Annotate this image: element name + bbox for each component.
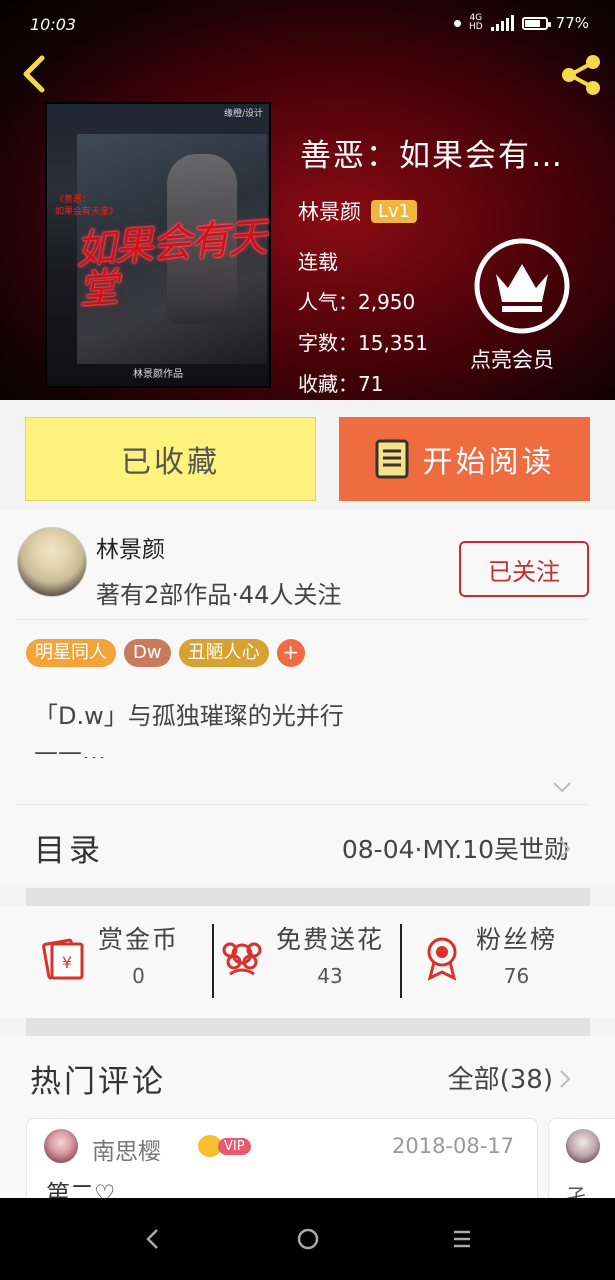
stat-value: 43	[317, 964, 343, 988]
red-envelope-icon: ¥	[42, 938, 84, 980]
flower-icon	[222, 942, 262, 976]
divider	[400, 924, 402, 998]
collected-label: 已收藏	[121, 445, 220, 480]
all-comments-link[interactable]: 全部(38)	[448, 1059, 553, 1096]
book-cover[interactable]: 缘橙/设计 《善恶： 如果会有天堂》 <善恶> 如果会有天堂 林景颜作品	[45, 102, 271, 388]
latest-chapter: 08-04·MY.10吴世勋	[341, 835, 569, 864]
cover-subtitle: 《善恶： 如果会有天堂》	[55, 195, 119, 217]
toc-label: 目录	[34, 833, 104, 869]
divider	[212, 924, 214, 998]
home-circle-icon[interactable]	[293, 1224, 323, 1254]
stat-value: 0	[132, 964, 145, 988]
status-time: 10:03	[30, 15, 77, 34]
comment-date: 2018-08-17	[392, 1134, 515, 1158]
start-reading-label: 开始阅读	[422, 445, 555, 480]
cover-author: 林景颜作品	[133, 369, 183, 380]
svg-text:¥: ¥	[62, 953, 72, 972]
start-reading-button[interactable]: 开始阅读	[339, 417, 590, 501]
back-chevron-icon[interactable]	[14, 52, 58, 96]
notification-dot-icon	[453, 19, 461, 27]
collection-count: 收藏：71	[298, 372, 384, 396]
stat-label: 粉丝榜	[476, 925, 558, 954]
section-separator	[26, 888, 590, 906]
book-intro-continued: ——…	[34, 738, 106, 758]
chevron-right-icon	[560, 840, 571, 858]
author-stats: 著有2部作品·44人关注	[96, 581, 342, 609]
book-icon	[375, 439, 408, 479]
menu-lines-icon[interactable]	[447, 1224, 477, 1254]
fan-ranking[interactable]: 粉丝榜 76	[418, 920, 557, 988]
vip-crown-icon[interactable]	[474, 238, 570, 334]
book-author[interactable]: 林景颜	[298, 196, 361, 226]
battery-icon	[521, 16, 551, 30]
author-avatar[interactable]	[17, 527, 87, 597]
add-tag-button[interactable]: +	[276, 639, 305, 667]
book-title: 善恶：如果会有…	[300, 138, 564, 174]
medal-icon	[427, 937, 457, 981]
tag-item[interactable]: Dw	[124, 639, 171, 667]
tag-item[interactable]: 明星同人	[26, 639, 116, 667]
cover-credit: 缘橙/设计	[223, 109, 263, 119]
collected-button[interactable]: 已收藏	[25, 417, 316, 501]
book-hero-header: 10:03 4G HD 77% 缘橙/设计 《善恶： 如果会有天堂》 <善恶> 如果…	[0, 0, 615, 400]
comment-text: 孑	[566, 1184, 586, 1198]
book-intro: 「D.w」与孤独璀璨的光并行	[34, 702, 344, 730]
commenter-avatar[interactable]	[44, 1129, 78, 1163]
status-icons: 4G HD 77%	[453, 13, 589, 32]
signal-icon	[490, 15, 514, 31]
divider	[17, 619, 587, 620]
divider	[17, 804, 587, 805]
comment-text: 第二♡	[46, 1180, 116, 1198]
section-separator	[26, 1018, 590, 1036]
commenter-name[interactable]: 南思樱	[92, 1132, 161, 1166]
stat-label: 赏金币	[98, 925, 180, 954]
reward-coins[interactable]: ¥ 赏金币 0	[40, 920, 179, 988]
hot-comments-heading: 热门评论	[30, 1064, 166, 1100]
book-author-line: 林景颜 Lv1	[298, 196, 418, 226]
popularity-count: 人气：2,950	[298, 290, 416, 314]
share-icon[interactable]	[556, 50, 606, 100]
stat-value: 76	[503, 964, 530, 988]
vip-label[interactable]: 点亮会员	[470, 344, 554, 374]
follow-button[interactable]: 已关注	[459, 541, 589, 597]
follow-label: 已关注	[488, 557, 560, 586]
tag-item[interactable]: 丑陋人心	[178, 639, 269, 667]
expand-intro-chevron-icon[interactable]	[552, 780, 572, 794]
network-indicator: 4G HD	[468, 13, 483, 32]
status-bar: 10:03 4G HD 77%	[0, 0, 615, 50]
stat-label: 免费送花	[276, 925, 385, 954]
free-flowers[interactable]: 免费送花 43	[218, 920, 384, 988]
battery-percent: 77%	[555, 14, 589, 32]
author-name[interactable]: 林景颜	[96, 530, 165, 564]
level-badge: Lv1	[371, 199, 418, 223]
vip-badge: VIP	[198, 1135, 251, 1157]
word-count: 字数：15,351	[298, 331, 428, 355]
chevron-right-icon	[560, 1070, 571, 1088]
commenter-avatar[interactable]	[566, 1129, 600, 1163]
back-triangle-icon[interactable]	[138, 1224, 168, 1254]
serial-status: 连载	[298, 250, 338, 274]
cover-title: 如果会有天堂	[74, 214, 267, 314]
tag-list: 明星同人 Dw 丑陋人心 +	[26, 639, 305, 667]
